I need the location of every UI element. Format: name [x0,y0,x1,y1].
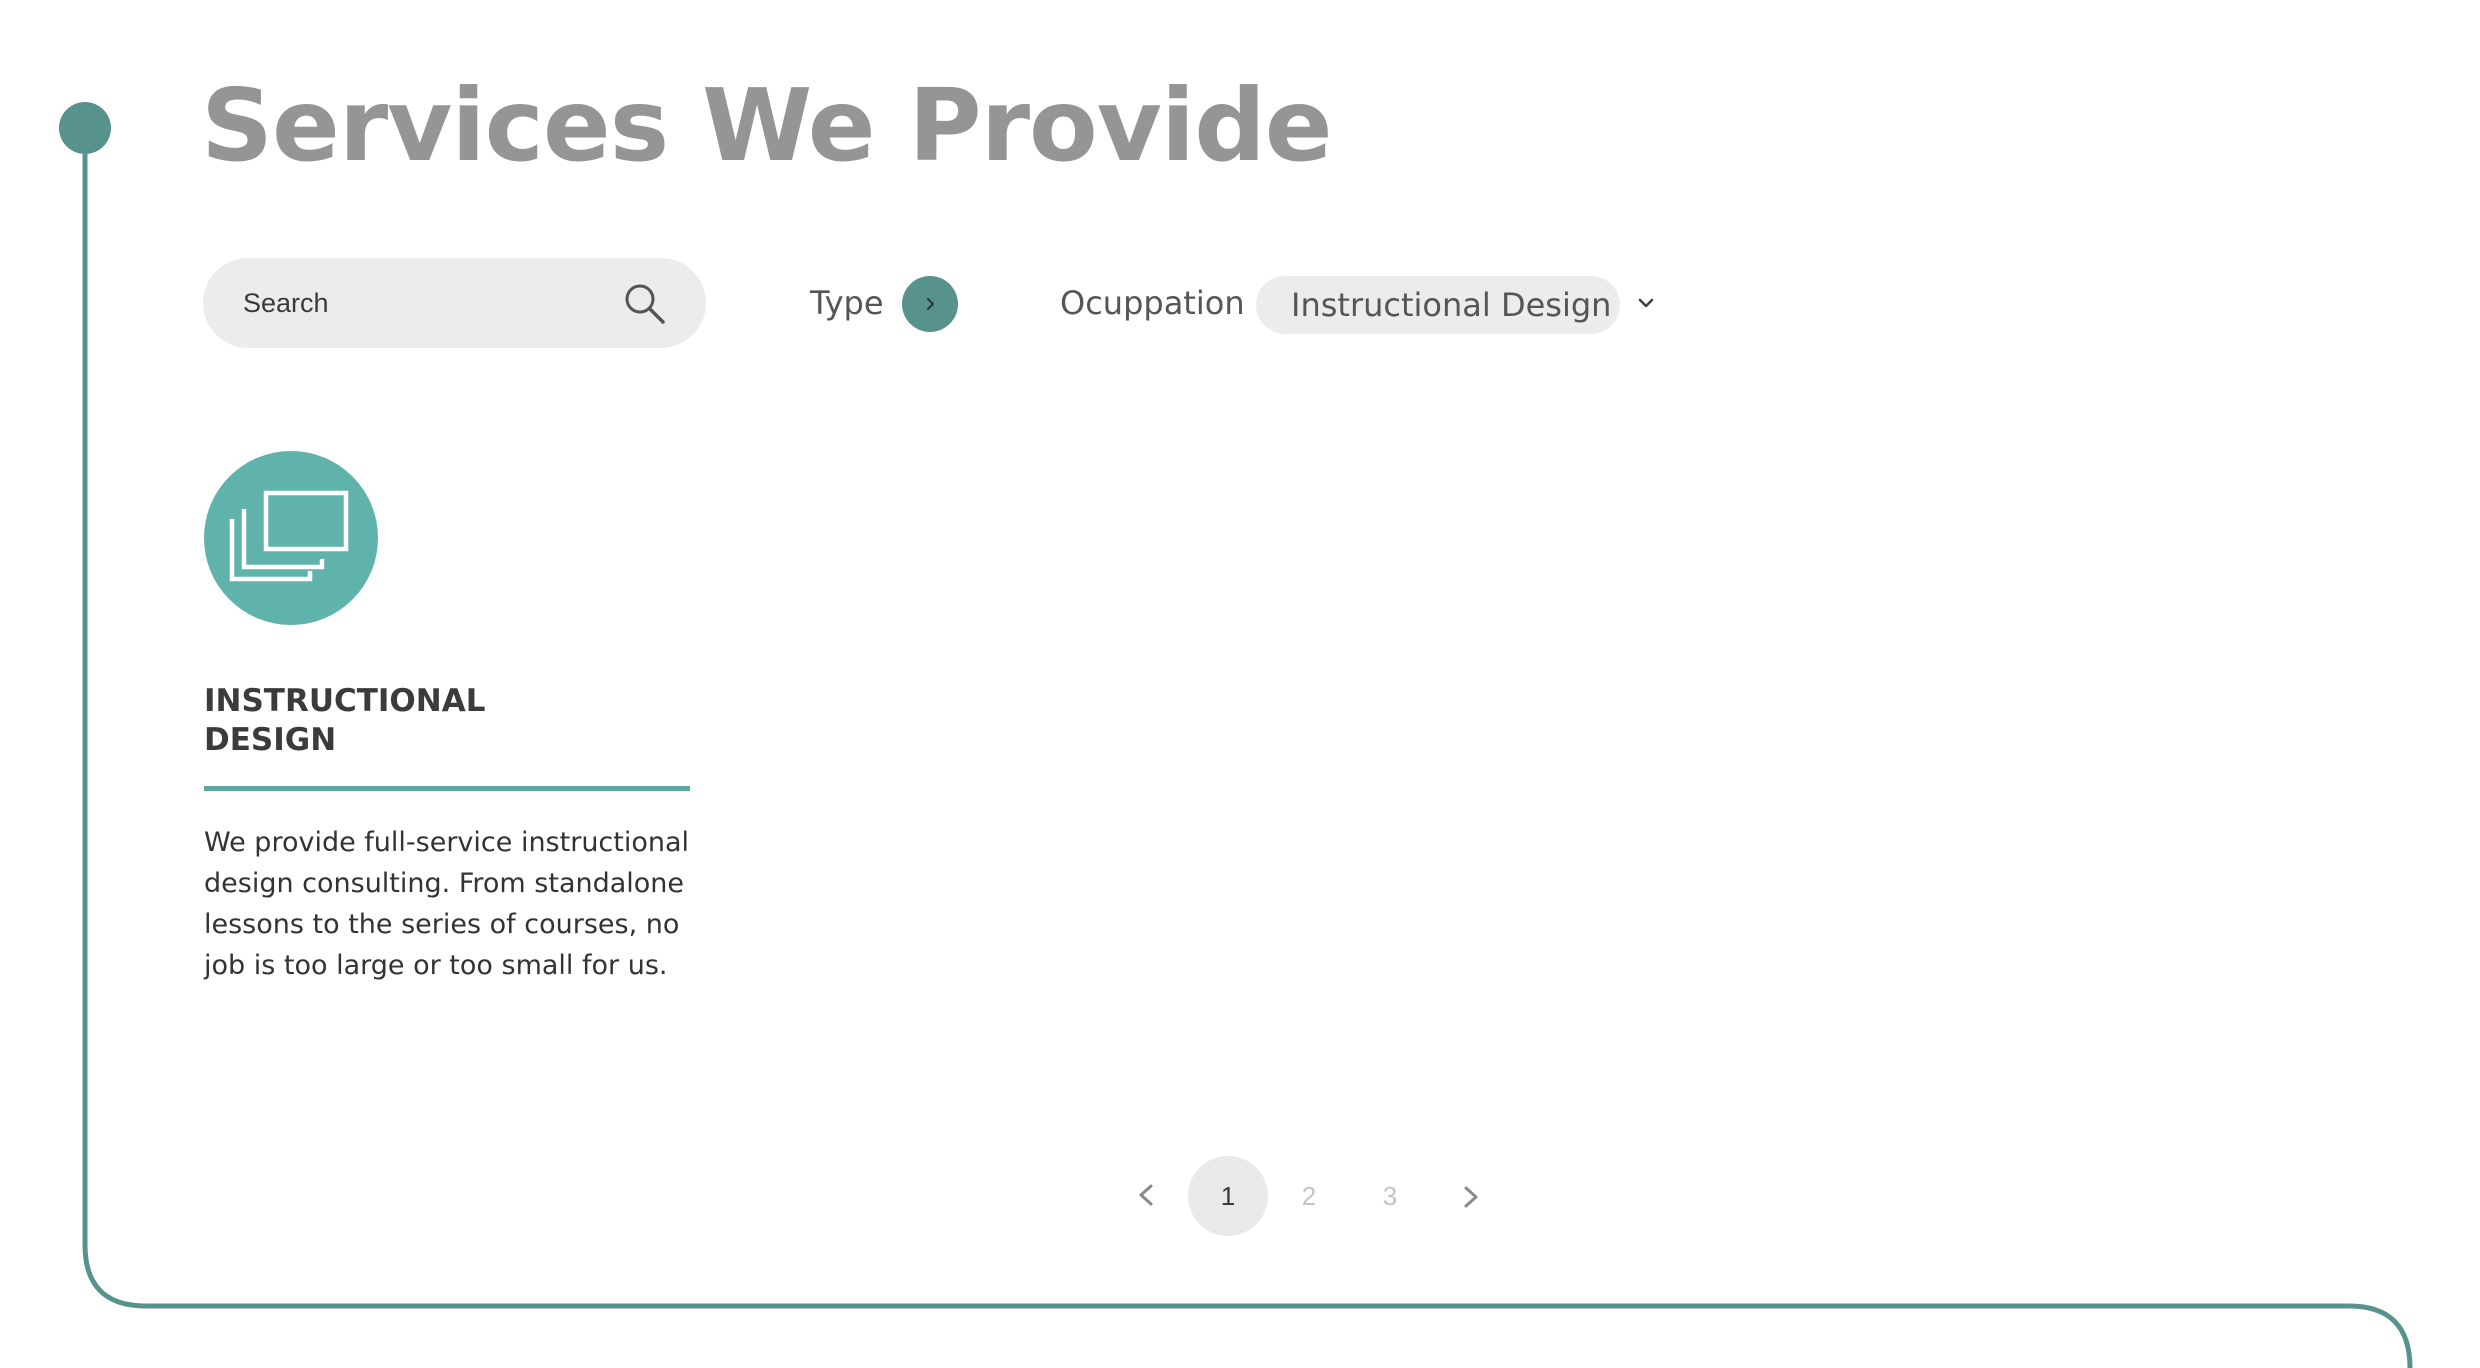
occupation-label: Ocuppation [1060,284,1245,322]
page-title: Services We Provide [201,67,1333,184]
service-title: INSTRUCTIONAL DESIGN [204,683,486,758]
chevron-right-icon [926,297,935,311]
chevron-down-icon[interactable] [1636,296,1656,312]
timeline-dot [59,102,111,154]
search-box[interactable] [203,258,706,348]
type-expand-button[interactable] [902,276,958,332]
search-icon[interactable] [623,282,667,326]
occupation-select[interactable]: Instructional Design [1256,276,1620,334]
type-label: Type [810,284,884,322]
service-description: We provide full-service instructional de… [204,827,690,981]
search-input[interactable] [243,258,603,348]
stacked-screens-icon [229,490,349,582]
pagination-page-3[interactable]: 3 [1350,1156,1430,1236]
occupation-selected-value: Instructional Design [1291,286,1612,324]
pagination-prev-icon[interactable] [1131,1176,1163,1216]
page: Services We Provide Type Ocuppation Inst… [0,0,2480,1368]
pagination-page-1[interactable]: 1 [1188,1156,1268,1236]
service-icon-circle [204,451,378,625]
pagination-next-icon[interactable] [1454,1176,1486,1216]
pagination-page-2[interactable]: 2 [1269,1156,1349,1236]
service-divider [204,786,690,791]
